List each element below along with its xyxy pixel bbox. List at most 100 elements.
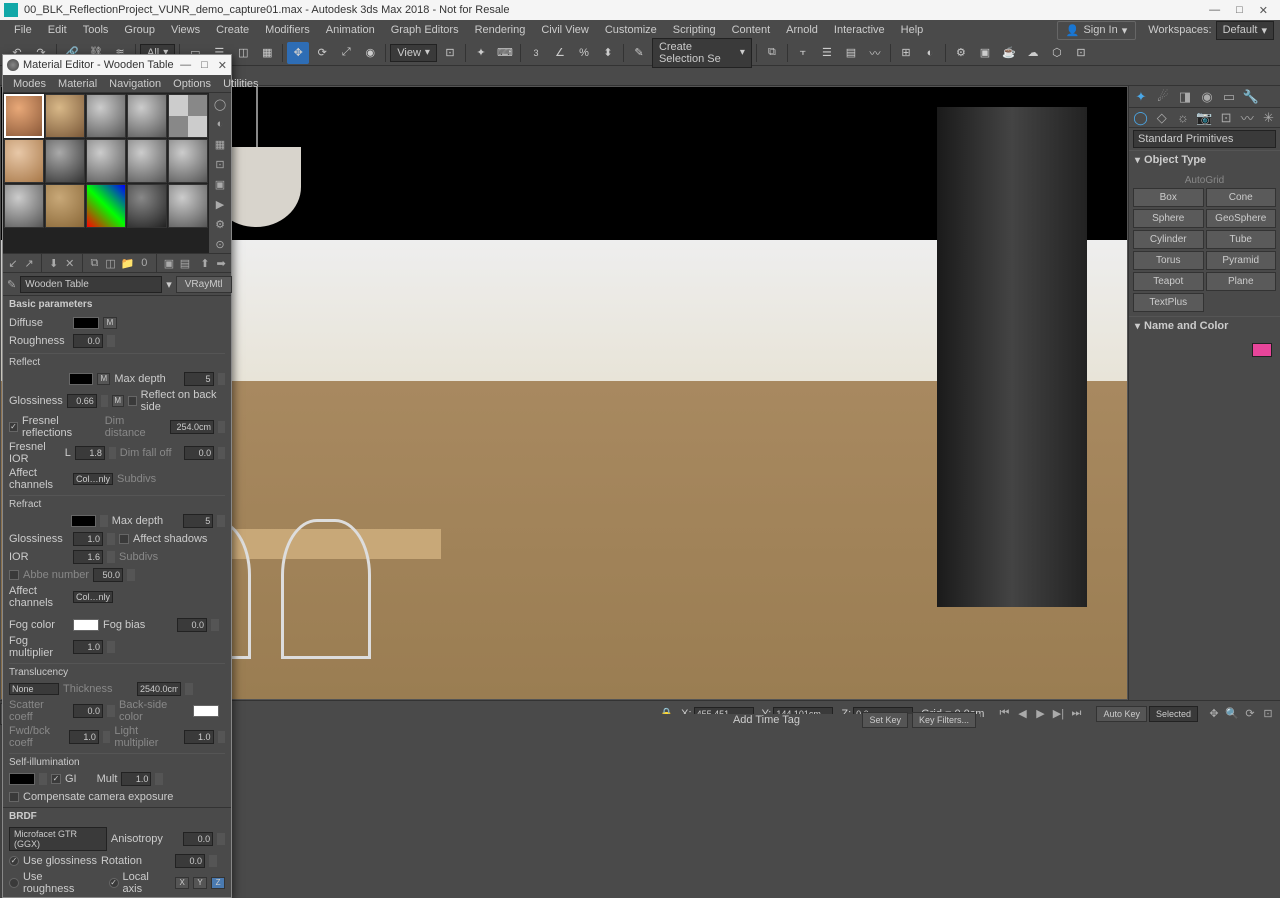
percent-snap-icon[interactable]: %	[573, 42, 595, 64]
modify-tab-icon[interactable]: ☄	[1155, 89, 1171, 105]
signin-button[interactable]: 👤 Sign In ▾	[1057, 21, 1136, 40]
basic-params-rollout[interactable]: Basic parameters	[3, 296, 231, 313]
put-material-icon[interactable]: ↗	[23, 254, 35, 272]
create-tab-icon[interactable]: ✦	[1133, 89, 1149, 105]
material-swatch[interactable]	[4, 184, 44, 228]
spinner[interactable]	[218, 373, 225, 385]
material-swatch[interactable]	[127, 94, 167, 138]
fwdbck-input[interactable]	[69, 730, 99, 744]
thickness-input[interactable]	[137, 682, 181, 696]
mat-menu-modes[interactable]: Modes	[7, 76, 52, 92]
snap-3d-icon[interactable]: 3	[525, 42, 547, 64]
name-color-rollout[interactable]: ▾ Name and Color	[1129, 316, 1280, 335]
material-swatch[interactable]	[4, 94, 44, 138]
mirror-icon[interactable]: ⧉	[761, 42, 783, 64]
menu-create[interactable]: Create	[208, 22, 257, 38]
sphere-button[interactable]: Sphere	[1133, 209, 1204, 228]
menu-rendering[interactable]: Rendering	[467, 22, 534, 38]
autogrid-checkbox[interactable]: AutoGrid	[1133, 173, 1276, 188]
material-swatch[interactable]	[86, 139, 126, 183]
nav-max-icon[interactable]: ⊡	[1260, 706, 1276, 722]
glossiness-input[interactable]	[67, 394, 97, 408]
make-unique-icon[interactable]: ◫	[105, 254, 117, 272]
brdf-type-dropdown[interactable]: Microfacet GTR (GGX)	[9, 827, 107, 851]
spinner[interactable]	[218, 447, 225, 459]
refract-gloss-input[interactable]	[73, 532, 103, 546]
helpers-icon[interactable]: ⊡	[1219, 110, 1234, 126]
spinner-snap-icon[interactable]: ⬍	[597, 42, 619, 64]
spinner[interactable]	[209, 855, 217, 867]
menu-content[interactable]: Content	[724, 22, 779, 38]
menu-animation[interactable]: Animation	[318, 22, 383, 38]
menu-graph-editors[interactable]: Graph Editors	[383, 22, 467, 38]
move-icon[interactable]: ✥	[287, 42, 309, 64]
layer-icon[interactable]: ☰	[816, 42, 838, 64]
select-by-mat-icon[interactable]: ⊙	[211, 235, 229, 253]
geometry-icon[interactable]: ◯	[1133, 110, 1148, 126]
mult-input[interactable]	[121, 772, 151, 786]
aniso-input[interactable]	[183, 832, 213, 846]
axis-z-btn[interactable]: Z	[211, 877, 225, 889]
open-app-icon[interactable]: ⊡	[1070, 42, 1092, 64]
tube-button[interactable]: Tube	[1206, 230, 1277, 249]
rotation-input[interactable]	[175, 854, 205, 868]
dim-falloff-input[interactable]	[184, 446, 214, 460]
material-swatch[interactable]	[45, 94, 85, 138]
mat-menu-options[interactable]: Options	[167, 76, 217, 92]
options-icon[interactable]: ⚙	[211, 215, 229, 233]
spinner[interactable]	[109, 447, 116, 459]
render-frame-icon[interactable]: ▣	[974, 42, 996, 64]
spinner[interactable]	[107, 335, 115, 347]
menu-tools[interactable]: Tools	[75, 22, 117, 38]
pick-material-icon[interactable]: ✎	[7, 275, 16, 293]
get-material-icon[interactable]: ↙	[7, 254, 19, 272]
assign-icon[interactable]: ⬇	[48, 254, 60, 272]
goto-start-icon[interactable]: ⏮	[996, 706, 1012, 722]
menu-help[interactable]: Help	[893, 22, 932, 38]
maximize-icon[interactable]: □	[201, 59, 208, 72]
put-lib-icon[interactable]: 📁	[121, 254, 135, 272]
spinner[interactable]	[101, 395, 108, 407]
spacewarps-icon[interactable]: 〰	[1240, 110, 1255, 126]
scatter-input[interactable]	[73, 704, 103, 718]
fresnel-chk[interactable]	[9, 422, 18, 432]
selfillum-color[interactable]	[9, 773, 35, 785]
material-swatch[interactable]	[45, 139, 85, 183]
dim-dist-input[interactable]	[170, 420, 214, 434]
toggle-ribbon-icon[interactable]: ▤	[840, 42, 862, 64]
axis-y-btn[interactable]: Y	[193, 877, 207, 889]
edit-selset-icon[interactable]: ✎	[628, 42, 650, 64]
object-color-swatch[interactable]	[1252, 343, 1272, 357]
cone-button[interactable]: Cone	[1206, 188, 1277, 207]
curve-editor-icon[interactable]: 〰	[864, 42, 886, 64]
motion-tab-icon[interactable]: ◉	[1199, 89, 1215, 105]
background-icon[interactable]: ▦	[211, 135, 229, 153]
window-crossing-icon[interactable]: ▦	[256, 42, 278, 64]
preview-icon[interactable]: ▶	[211, 195, 229, 213]
spinner[interactable]	[155, 773, 163, 785]
chevron-down-icon[interactable]: ▾	[166, 278, 172, 291]
fog-bias-input[interactable]	[177, 618, 207, 632]
maxdepth-input[interactable]	[184, 372, 214, 386]
material-swatch[interactable]	[4, 139, 44, 183]
lights-icon[interactable]: ☼	[1175, 110, 1190, 126]
systems-icon[interactable]: ✳	[1261, 110, 1276, 126]
sample-uv-icon[interactable]: ⊡	[211, 155, 229, 173]
diffuse-map-btn[interactable]: M	[103, 317, 117, 329]
workspaces-dropdown[interactable]: Default▾	[1216, 21, 1274, 40]
spinner[interactable]	[107, 705, 115, 717]
spinner[interactable]	[218, 731, 225, 743]
ref-coord-dropdown[interactable]: View ▾	[390, 44, 437, 62]
textplus-button[interactable]: TextPlus	[1133, 293, 1204, 312]
spinner[interactable]	[107, 641, 115, 653]
material-id-icon[interactable]: 0	[138, 254, 150, 272]
gi-chk[interactable]	[51, 774, 61, 784]
use-gloss-radio[interactable]	[9, 856, 19, 866]
compensate-chk[interactable]	[9, 792, 19, 802]
region-rect-icon[interactable]: ◫	[232, 42, 254, 64]
refract-color[interactable]	[71, 515, 96, 527]
abbe-input[interactable]	[93, 568, 123, 582]
reflect-color[interactable]	[69, 373, 93, 385]
render-icon[interactable]: ☕	[998, 42, 1020, 64]
menu-arnold[interactable]: Arnold	[778, 22, 826, 38]
